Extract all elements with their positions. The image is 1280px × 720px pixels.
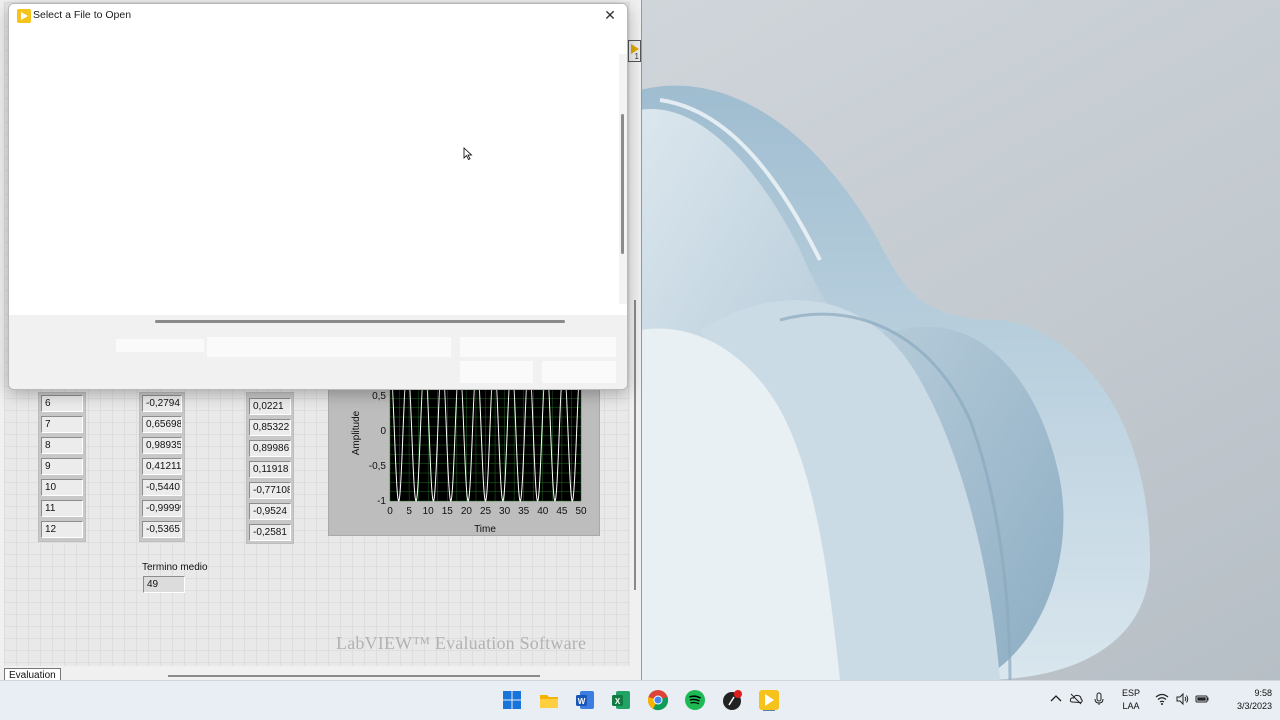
array-element[interactable]: 0,98935 <box>142 437 182 454</box>
x-tick-label: 0 <box>387 506 393 517</box>
array-element[interactable]: 11 <box>41 500 83 517</box>
dialog-vertical-scrollbar-thumb[interactable] <box>621 114 624 254</box>
array-element[interactable]: 0,11918 <box>249 461 291 478</box>
array-element[interactable]: 10 <box>41 479 83 496</box>
array-element[interactable]: -0,9524 <box>249 503 291 520</box>
y-tick-label: -1 <box>377 496 386 507</box>
date: 3/3/2023 <box>1236 701 1272 711</box>
svg-text:W: W <box>578 697 586 706</box>
x-tick-label: 30 <box>499 506 511 517</box>
y-tick-label: 0 <box>380 426 386 437</box>
dialog-title: Select a File to Open <box>33 9 132 21</box>
values-array-2: 0,0221 0,85322 0,89986 0,11918 -0,77108 … <box>246 392 294 544</box>
array-element[interactable]: 12 <box>41 521 83 538</box>
onedrive-offline-icon[interactable] <box>1069 692 1083 706</box>
file-explorer-icon[interactable] <box>538 689 560 711</box>
svg-text:X: X <box>615 697 621 706</box>
x-tick-label: 35 <box>518 506 530 517</box>
x-tick-label: 40 <box>537 506 549 517</box>
volume-icon[interactable] <box>1175 692 1189 706</box>
clock[interactable]: 9:58 3/3/2023 <box>1218 687 1272 713</box>
file-list-area[interactable] <box>10 28 626 324</box>
array-element[interactable]: -0,5440 <box>142 479 182 496</box>
mean-indicator[interactable]: 49 <box>143 576 185 593</box>
microphone-icon[interactable] <box>1092 692 1106 706</box>
waveform-graph[interactable]: 0 5 10 15 20 25 30 35 40 45 50 0,5 0 -0,5 -1 Time Amp… <box>328 388 600 536</box>
dialog-horizontal-scrollbar-thumb[interactable] <box>155 320 565 323</box>
labview-icon[interactable] <box>758 689 780 711</box>
array-element[interactable]: 0,0221 <box>249 398 291 415</box>
excel-icon[interactable]: X <box>610 689 632 711</box>
array-element[interactable]: -0,2794 <box>142 395 182 412</box>
y-tick-label: 0,5 <box>372 391 386 402</box>
mean-label: Termino medio <box>142 562 208 573</box>
open-button[interactable] <box>460 361 533 383</box>
x-tick-label: 50 <box>575 506 587 517</box>
array-element[interactable]: 7 <box>41 416 83 433</box>
close-button[interactable]: ✕ <box>599 5 621 27</box>
wifi-icon[interactable] <box>1155 692 1169 706</box>
array-element[interactable]: 6 <box>41 395 83 412</box>
array-element[interactable]: 0,41211 <box>142 458 182 475</box>
index-array: 6 7 8 9 10 11 12 <box>38 392 86 542</box>
taskbar <box>0 680 1280 720</box>
y-tick-label: -0,5 <box>369 461 387 472</box>
x-axis-label: Time <box>474 524 496 535</box>
file-open-dialog: Select a File to Open ✕ <box>8 3 628 390</box>
battery-icon[interactable] <box>1195 692 1209 706</box>
chrome-icon[interactable] <box>647 689 669 711</box>
array-element[interactable]: 0,85322 <box>249 419 291 436</box>
array-element[interactable]: 0,89986 <box>249 440 291 457</box>
file-type-select[interactable] <box>460 337 616 357</box>
time: 9:58 <box>1254 688 1272 698</box>
array-element[interactable]: -0,99999 <box>142 500 182 517</box>
mouse-cursor-icon <box>463 147 473 161</box>
x-tick-label: 15 <box>442 506 454 517</box>
waveform-graph-plot: 0 5 10 15 20 25 30 35 40 45 50 0,5 0 -0,5 -1 Time Amp… <box>351 389 587 535</box>
x-axis-ticks: 0 5 10 15 20 25 30 35 40 45 50 <box>387 506 587 517</box>
array-element[interactable]: 0,65698 <box>142 416 182 433</box>
music-app-icon[interactable] <box>721 689 743 711</box>
y-axis-label: Amplitude <box>351 410 362 455</box>
array-element[interactable]: 9 <box>41 458 83 475</box>
file-name-label-placeholder <box>116 339 204 352</box>
dialog-footer <box>9 315 627 389</box>
array-element[interactable]: -0,77108 <box>249 482 291 499</box>
cancel-button[interactable] <box>542 361 616 383</box>
dialog-titlebar[interactable]: Select a File to Open ✕ <box>9 4 627 28</box>
labview-icon <box>17 9 31 23</box>
spotify-icon[interactable] <box>684 689 706 711</box>
x-tick-label: 25 <box>480 506 492 517</box>
array-element[interactable]: -0,2581 <box>249 524 291 541</box>
word-icon[interactable]: W <box>574 689 596 711</box>
y-axis-ticks: 0,5 0 -0,5 -1 <box>369 391 387 507</box>
plot-grid <box>389 389 582 502</box>
x-tick-label: 10 <box>423 506 435 517</box>
x-tick-label: 20 <box>461 506 473 517</box>
windows-start-icon[interactable] <box>501 689 523 711</box>
language-indicator[interactable]: ESP LAA <box>1120 687 1142 713</box>
array-element[interactable]: 8 <box>41 437 83 454</box>
x-tick-label: 45 <box>556 506 568 517</box>
vi-connector-icon: 1 <box>628 40 641 62</box>
horizontal-scrollbar-thumb[interactable] <box>168 675 540 677</box>
file-name-input[interactable] <box>207 337 451 357</box>
values-array: -0,2794 0,65698 0,98935 0,41211 -0,5440 … <box>139 392 185 542</box>
vertical-scrollbar-thumb[interactable] <box>634 300 636 590</box>
x-tick-label: 5 <box>406 506 412 517</box>
evaluation-watermark: LabVIEW™ Evaluation Software <box>336 633 587 653</box>
array-element[interactable]: -0,5365 <box>142 521 182 538</box>
chevron-up-icon[interactable] <box>1049 692 1063 706</box>
